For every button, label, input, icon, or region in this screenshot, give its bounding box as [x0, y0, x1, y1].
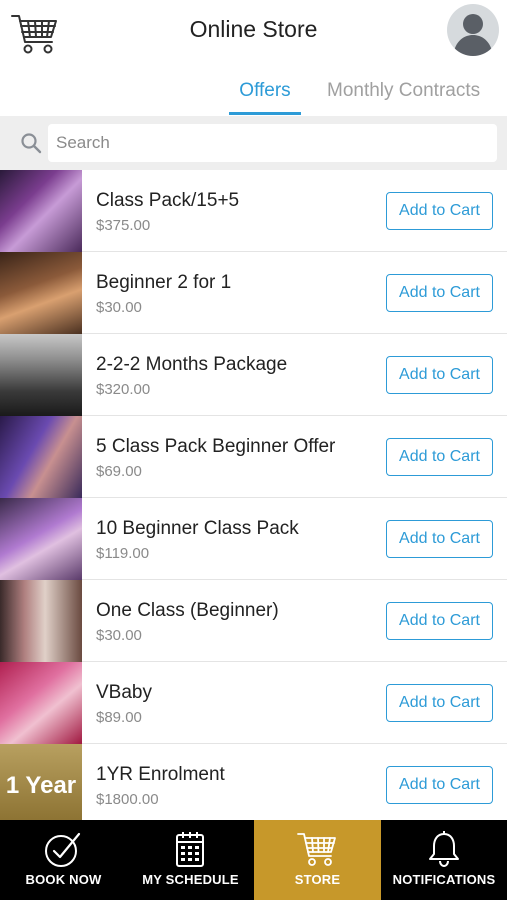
list-item: Class Pack/15+5 $375.00 Add to Cart: [0, 170, 507, 252]
user-avatar-icon[interactable]: [447, 4, 499, 56]
product-price: $375.00: [96, 217, 151, 234]
add-to-cart-button[interactable]: Add to Cart: [386, 684, 493, 722]
product-thumbnail: [0, 170, 82, 252]
calendar-icon: [176, 832, 204, 867]
check-circle-icon: [45, 832, 81, 867]
list-item: 2-2-2 Months Package $320.00 Add to Cart: [0, 334, 507, 416]
tabbar-label: STORE: [294, 872, 341, 887]
tabbar-label: NOTIFICATIONS: [392, 872, 496, 887]
product-name: Class Pack/15+5: [96, 190, 240, 211]
app-header: Online Store: [0, 0, 507, 62]
shopping-cart-icon: [297, 833, 336, 866]
list-item: 1 Year 1YR Enrolment $1800.00 Add to Car…: [0, 744, 507, 820]
product-name: 2-2-2 Months Package: [96, 354, 288, 375]
product-price: $30.00: [96, 299, 142, 316]
tab-monthly-contracts[interactable]: Monthly Contracts: [327, 80, 480, 102]
product-name: 10 Beginner Class Pack: [96, 518, 299, 539]
store-tabs: Offers Monthly Contracts: [0, 62, 507, 116]
product-name: 1YR Enrolment: [96, 764, 225, 785]
product-price: $119.00: [96, 545, 150, 562]
thumbnail-label: 1 Year: [5, 772, 77, 799]
add-to-cart-button[interactable]: Add to Cart: [386, 520, 493, 558]
product-price: $1800.00: [96, 791, 159, 808]
tabbar-my-schedule[interactable]: MY SCHEDULE: [127, 820, 254, 900]
tab-offers[interactable]: Offers: [229, 80, 301, 115]
tabbar-store[interactable]: STORE: [254, 820, 381, 900]
product-thumbnail: [0, 416, 82, 498]
product-thumbnail: 1 Year: [0, 744, 82, 820]
product-thumbnail: [0, 662, 82, 744]
list-item: One Class (Beginner) $30.00 Add to Cart: [0, 580, 507, 662]
product-price: $89.00: [96, 709, 142, 726]
tabbar-label: MY SCHEDULE: [142, 872, 239, 887]
product-price: $69.00: [96, 463, 142, 480]
bottom-tab-bar: BOOK NOW MY SCHEDULE STORE NOTIFICATIONS: [0, 820, 507, 900]
list-item: VBaby $89.00 Add to Cart: [0, 662, 507, 744]
add-to-cart-button[interactable]: Add to Cart: [386, 192, 493, 230]
product-list: Class Pack/15+5 $375.00 Add to Cart Begi…: [0, 170, 507, 820]
product-price: $30.00: [96, 627, 142, 644]
list-item: 10 Beginner Class Pack $119.00 Add to Ca…: [0, 498, 507, 580]
product-name: Beginner 2 for 1: [96, 272, 232, 293]
product-thumbnail: [0, 334, 82, 416]
page-title: Online Store: [189, 16, 318, 42]
tabbar-book-now[interactable]: BOOK NOW: [0, 820, 127, 900]
search-bar: [0, 116, 507, 170]
product-thumbnail: [0, 498, 82, 580]
list-item: Beginner 2 for 1 $30.00 Add to Cart: [0, 252, 507, 334]
product-name: VBaby: [96, 682, 152, 703]
product-thumbnail: [0, 252, 82, 334]
add-to-cart-button[interactable]: Add to Cart: [386, 356, 493, 394]
add-to-cart-button[interactable]: Add to Cart: [386, 766, 493, 804]
list-item: 5 Class Pack Beginner Offer $69.00 Add t…: [0, 416, 507, 498]
search-box: [48, 124, 497, 162]
product-thumbnail: [0, 580, 82, 662]
product-price: $320.00: [96, 381, 151, 398]
add-to-cart-button[interactable]: Add to Cart: [386, 602, 493, 640]
product-name: 5 Class Pack Beginner Offer: [96, 436, 336, 457]
search-input[interactable]: [48, 124, 497, 162]
bell-icon: [429, 831, 459, 868]
tabbar-notifications[interactable]: NOTIFICATIONS: [381, 820, 507, 900]
product-name: One Class (Beginner): [96, 600, 279, 621]
search-icon: [21, 133, 42, 154]
add-to-cart-button[interactable]: Add to Cart: [386, 438, 493, 476]
tabbar-label: BOOK NOW: [25, 872, 102, 887]
add-to-cart-button[interactable]: Add to Cart: [386, 274, 493, 312]
